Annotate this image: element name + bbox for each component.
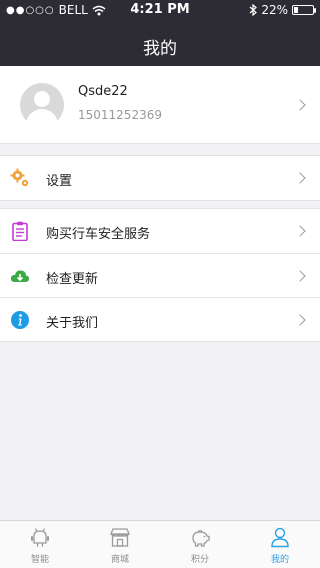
robot-icon	[31, 528, 49, 547]
bluetooth-icon	[249, 4, 258, 16]
tab-store[interactable]: 商城	[80, 521, 160, 568]
page-title: 我的	[143, 39, 177, 59]
battery-percent: 22%	[261, 3, 288, 17]
avatar	[20, 83, 64, 127]
status-bar: ●●○○○ BELL 4:21 PM 22%	[0, 0, 320, 20]
tab-label: 我的	[270, 555, 289, 565]
tab-bar: 智能 商城 积分 我的	[0, 520, 320, 568]
menu-item-check-update[interactable]: 检查更新	[0, 253, 320, 297]
gear-icon	[10, 168, 29, 187]
tab-label: 积分	[190, 555, 209, 565]
services-group: 购买行车安全服务 检查更新 关于我们	[0, 208, 320, 342]
menu-item-label: 关于我们	[46, 316, 99, 331]
store-icon	[110, 528, 130, 547]
battery-icon	[292, 5, 316, 15]
header-bar: ●●○○○ BELL 4:21 PM 22% 我的	[0, 0, 320, 66]
tab-mine[interactable]: 我的	[240, 521, 320, 568]
menu-item-label: 设置	[46, 174, 73, 189]
profile-card[interactable]: Qsde22 15011252369	[0, 66, 320, 144]
tab-points[interactable]: 积分	[160, 521, 240, 568]
cloud-download-icon	[10, 270, 30, 282]
chevron-right-icon	[294, 270, 306, 282]
chevron-right-icon	[294, 225, 306, 237]
chevron-right-icon	[294, 172, 306, 184]
chevron-right-icon	[294, 314, 306, 326]
profile-phone: 15011252369	[78, 108, 162, 122]
piggy-bank-icon	[192, 530, 210, 547]
menu-item-about[interactable]: 关于我们	[0, 297, 320, 341]
status-right: 22%	[249, 3, 316, 17]
person-icon	[271, 527, 289, 548]
settings-group: 设置	[0, 155, 320, 201]
tab-label: 商城	[110, 555, 129, 565]
menu-item-label: 检查更新	[46, 272, 99, 287]
menu-item-label: 购买行车安全服务	[46, 227, 151, 242]
clipboard-icon	[12, 221, 28, 241]
info-icon	[11, 311, 29, 329]
menu-item-settings[interactable]: 设置	[0, 156, 320, 200]
tab-label: 智能	[30, 555, 49, 565]
menu-item-buy-service[interactable]: 购买行车安全服务	[0, 209, 320, 253]
profile-name: Qsde22	[78, 84, 128, 99]
chevron-right-icon	[294, 99, 306, 111]
tab-smart[interactable]: 智能	[0, 521, 80, 568]
